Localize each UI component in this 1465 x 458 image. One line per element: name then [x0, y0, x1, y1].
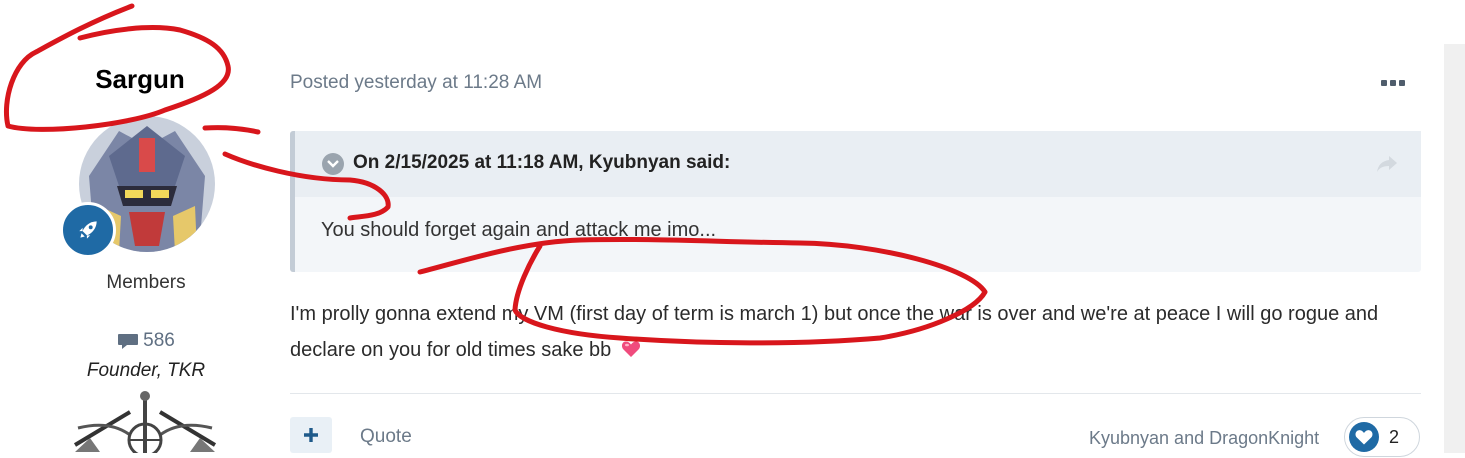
- pink-heart-emoji: [621, 341, 640, 357]
- quote-block: On 2/15/2025 at 11:18 AM, Kyubnyan said:…: [290, 131, 1421, 272]
- chevron-down-icon: [327, 160, 339, 168]
- post-body-text: I'm prolly gonna extend my VM (first day…: [290, 303, 1379, 361]
- reaction-count: 2: [1389, 426, 1400, 447]
- plus-icon: [304, 428, 318, 442]
- share-arrow-icon: [1377, 156, 1397, 172]
- post-timestamp[interactable]: Posted yesterday at 11:28 AM: [290, 72, 542, 94]
- quote-button[interactable]: Quote: [360, 426, 412, 448]
- rank-badge: [60, 202, 116, 258]
- rocket-icon: [79, 221, 97, 239]
- comment-bubble-icon: [118, 334, 139, 349]
- quote-header: On 2/15/2025 at 11:18 AM, Kyubnyan said:: [295, 131, 1421, 197]
- quote-citation[interactable]: On 2/15/2025 at 11:18 AM, Kyubnyan said:: [353, 152, 730, 174]
- more-options-button[interactable]: [1376, 72, 1410, 94]
- more-dots-icon: [1381, 80, 1405, 86]
- scrollbar-track[interactable]: [1444, 44, 1465, 453]
- member-title: Founder, TKR: [86, 360, 206, 381]
- quote-text: You should forget again and attack me im…: [321, 219, 717, 241]
- post-count-value: 586: [143, 330, 175, 351]
- member-group: Members: [106, 272, 186, 293]
- signature-emblem: [70, 390, 220, 458]
- quote-collapse-toggle[interactable]: [322, 153, 344, 175]
- multiquote-plus-button[interactable]: [290, 417, 332, 453]
- reactions-users-link[interactable]: Kyubnyan and DragonKnight: [1089, 428, 1319, 449]
- quote-share-button[interactable]: [1375, 153, 1399, 175]
- heart-icon: [1349, 422, 1379, 452]
- post-footer-divider: [290, 393, 1421, 394]
- reaction-button[interactable]: 2: [1344, 417, 1420, 457]
- post-body: I'm prolly gonna extend my VM (first day…: [290, 296, 1421, 368]
- post-count: 586: [60, 330, 232, 352]
- author-name[interactable]: Sargun: [40, 64, 240, 95]
